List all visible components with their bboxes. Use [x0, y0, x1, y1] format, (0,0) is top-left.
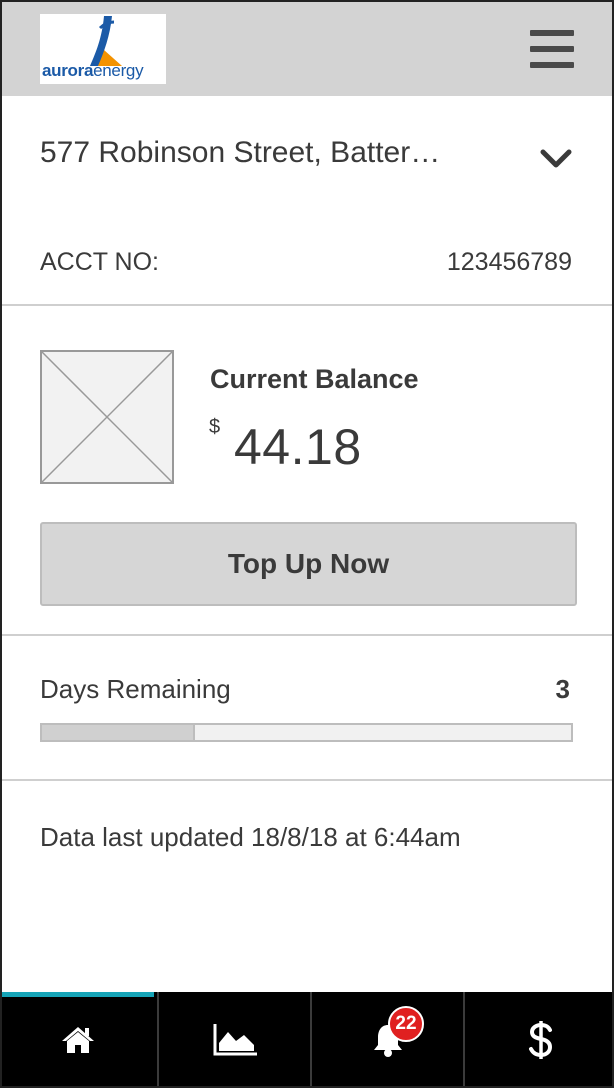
top-up-now-button[interactable]: Top Up Now: [40, 522, 577, 606]
currency-symbol: $: [209, 416, 221, 438]
days-remaining-value: 3: [555, 674, 570, 704]
days-remaining-progress-bar: [40, 723, 573, 742]
logo-wordmark: auroraenergy: [42, 61, 144, 80]
home-icon: [62, 1027, 94, 1053]
address-text: 577 Robinson Street, Batter…: [40, 136, 441, 169]
bottom-tab-bar: 22: [2, 992, 612, 1086]
divider: [2, 634, 612, 636]
tab-usage-chart[interactable]: [159, 992, 311, 1086]
area-chart-icon: [213, 1024, 257, 1056]
aurora-energy-logo[interactable]: auroraenergy: [40, 14, 166, 84]
tab-notifications[interactable]: 22: [312, 992, 464, 1086]
account-number-label: ACCT NO:: [40, 248, 159, 276]
divider: [2, 779, 612, 781]
hamburger-menu-icon[interactable]: [530, 30, 574, 68]
data-last-updated-text: Data last updated 18/8/18 at 6:44am: [40, 822, 461, 852]
dollar-icon: [529, 1021, 553, 1059]
app-frame: auroraenergy 577 Robinson Street, Batter…: [0, 0, 614, 1088]
account-number-value: 123456789: [446, 248, 572, 276]
notification-count-badge: 22: [388, 1006, 424, 1042]
account-number-row: ACCT NO: 123456789: [2, 222, 612, 306]
app-header: auroraenergy: [2, 2, 612, 96]
days-remaining-label: Days Remaining: [40, 674, 231, 704]
chevron-down-icon[interactable]: [540, 148, 572, 170]
tab-payments[interactable]: [465, 992, 612, 1086]
image-placeholder-icon: [40, 350, 174, 484]
current-balance-label: Current Balance: [210, 364, 419, 394]
tab-home[interactable]: [2, 992, 154, 1086]
progress-bar-fill: [42, 725, 196, 740]
address-selector[interactable]: 577 Robinson Street, Batter…: [2, 96, 612, 218]
current-balance-amount: 44.18: [234, 419, 362, 475]
divider: [2, 304, 612, 306]
